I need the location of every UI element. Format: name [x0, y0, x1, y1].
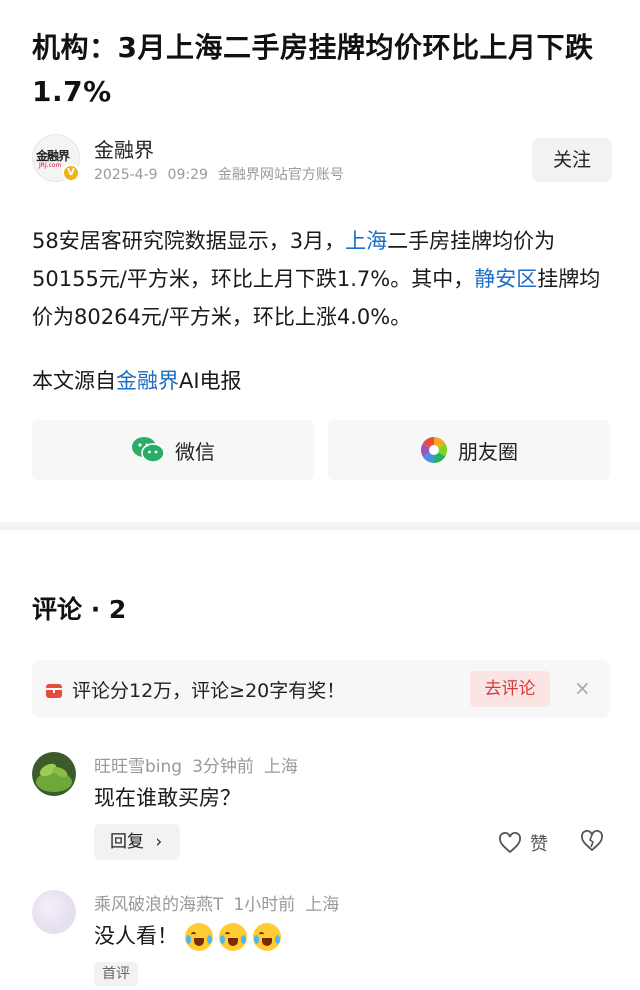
- close-icon[interactable]: ×: [574, 676, 591, 700]
- heart-icon: [499, 832, 521, 854]
- like-button[interactable]: 赞: [498, 830, 548, 856]
- comment-text-row: 没人看！: [94, 920, 287, 951]
- article-title: 机构：3月上海二手房挂牌均价环比上月下跌1.7%: [32, 31, 594, 108]
- account-description: 金融界网站官方账号: [217, 167, 344, 183]
- first-comment-badge: 首评: [94, 962, 138, 986]
- comment-text: 现在谁敢买房？: [94, 786, 241, 810]
- comment-location: 上海: [263, 757, 298, 777]
- link-jingan[interactable]: 静安区: [474, 267, 537, 291]
- author-logo-sub: JRJ.com: [39, 162, 62, 169]
- wechat-icon: [132, 437, 165, 463]
- article-source: 本文源自金融界AI电报: [32, 364, 242, 398]
- body-text-1: 58安居客研究院数据显示，3月，: [32, 229, 346, 253]
- share-row: 微信 朋友圈: [32, 420, 610, 480]
- reply-button[interactable]: 回复 ›: [94, 824, 180, 860]
- crying-laughing-emoji-icon: [218, 923, 247, 951]
- comment-user-meta: 旺旺雪bing 3分钟前 上海: [94, 752, 308, 777]
- share-wechat-label: 微信: [175, 439, 215, 464]
- section-divider: [0, 522, 640, 530]
- source-prefix: 本文源自: [32, 369, 116, 393]
- article-body: 58安居客研究院数据显示，3月，上海二手房挂牌均价为50155元/平方米，环比上…: [32, 222, 612, 336]
- comment-time: 1小时前: [233, 895, 296, 915]
- comment-text: 没人看！: [94, 924, 178, 948]
- comment-promo-banner: 评论分12万，评论≥20字有奖！ 去评论 ×: [32, 660, 610, 718]
- broken-heart-icon: [581, 830, 603, 852]
- moments-icon: [420, 436, 448, 464]
- crying-laughing-emoji-icon: [252, 923, 281, 951]
- comment-username[interactable]: 乘风破浪的海燕T: [94, 895, 223, 915]
- crying-laughing-emoji-icon: [184, 923, 213, 951]
- follow-button[interactable]: 关注: [532, 138, 612, 182]
- comment-item: 乘风破浪的海燕T 1小时前 上海 没人看！ 首评: [32, 890, 610, 990]
- share-moments-label: 朋友圈: [458, 439, 518, 464]
- link-shanghai[interactable]: 上海: [345, 229, 387, 253]
- comments-title: 评论 · 2: [32, 595, 127, 624]
- avatar[interactable]: [32, 752, 76, 796]
- avatar[interactable]: [32, 890, 76, 934]
- author-bar: 金融界 JRJ.com V 金融界 2025-4-9 09:29 金融界网站官方账号…: [32, 132, 612, 188]
- source-link[interactable]: 金融界: [116, 369, 179, 393]
- comment-username[interactable]: 旺旺雪bing: [94, 757, 182, 777]
- comment-time: 3分钟前: [192, 757, 254, 777]
- share-moments-button[interactable]: 朋友圈: [328, 420, 610, 480]
- chevron-right-icon: ›: [155, 832, 163, 852]
- author-name[interactable]: 金融界: [94, 134, 154, 163]
- verified-badge-icon: V: [62, 164, 80, 182]
- go-comment-button[interactable]: 去评论: [470, 671, 550, 707]
- share-wechat-button[interactable]: 微信: [32, 420, 314, 480]
- source-suffix: AI电报: [179, 369, 242, 393]
- promo-text: 评论分12万，评论≥20字有奖！: [72, 680, 346, 702]
- comment-location: 上海: [305, 895, 340, 915]
- comment-item: 旺旺雪bing 3分钟前 上海 现在谁敢买房？ 回复 › 赞: [32, 752, 610, 872]
- gift-icon: [46, 684, 62, 698]
- like-label: 赞: [530, 834, 548, 855]
- publish-date: 2025-4-9: [94, 167, 158, 183]
- dislike-button[interactable]: [580, 830, 604, 856]
- reply-label: 回复: [110, 832, 144, 852]
- comment-user-meta: 乘风破浪的海燕T 1小时前 上海: [94, 890, 349, 915]
- author-meta: 2025-4-9 09:29 金融界网站官方账号: [94, 164, 354, 184]
- publish-time: 09:29: [167, 167, 208, 183]
